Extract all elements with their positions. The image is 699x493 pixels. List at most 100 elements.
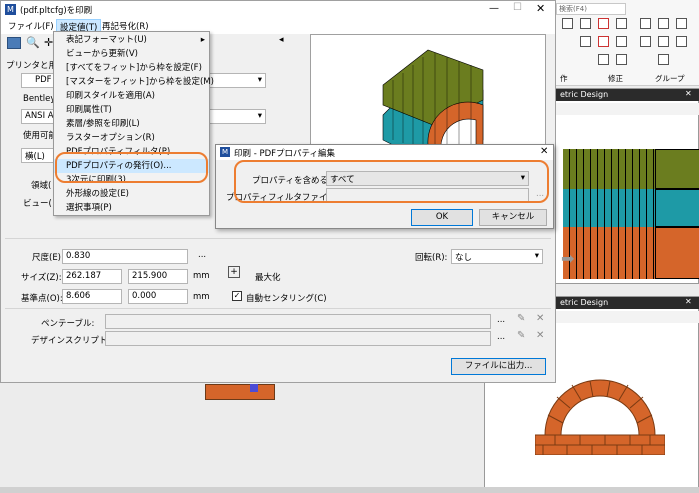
close-button[interactable]: ✕ — [536, 2, 545, 15]
ribbon-tool-icon[interactable] — [658, 18, 669, 29]
area-label: 領域( — [31, 181, 52, 191]
clear-x-icon[interactable]: ✕ — [536, 313, 544, 324]
dialog-title: 印刷 - PDFプロパティ編集 — [234, 149, 336, 159]
origin-y-field[interactable]: 0.000 — [128, 289, 188, 304]
orientation-value: 横(L) — [25, 152, 45, 162]
origin-x-field[interactable]: 8.606 — [62, 289, 122, 304]
origin-unit: mm — [193, 292, 210, 302]
ok-button[interactable]: OK — [411, 209, 473, 226]
ribbon-group-label: 作 — [560, 74, 568, 83]
design-script-browse[interactable]: ... — [497, 332, 505, 342]
rotation-select[interactable]: なし ▾ — [451, 249, 543, 264]
menu-item-print-levels[interactable]: 素層/参照を印刷(L) — [54, 117, 209, 131]
design-script-field[interactable] — [105, 331, 491, 346]
view-toolbar — [555, 311, 699, 323]
ribbon-tool-icon[interactable] — [640, 36, 651, 47]
ribbon-tool-icon[interactable] — [676, 36, 687, 47]
orientation-select[interactable]: 横(L) — [21, 148, 56, 163]
ribbon-tool-icon[interactable] — [658, 54, 669, 65]
ribbon-tool-icon[interactable] — [598, 54, 609, 65]
size-height-field[interactable]: 215.900 — [128, 269, 188, 284]
scale-label: 尺度(E): — [32, 253, 64, 263]
menu-item-label: [すべてをフィット]から枠を設定(F) — [66, 63, 202, 73]
edit-pencil-icon[interactable]: ✎ — [517, 330, 525, 341]
chevron-down-icon: ▾ — [257, 75, 262, 85]
design-script-label: デザインスクリプト: — [31, 336, 111, 346]
pen-table-label: ペンテーブル: — [41, 319, 95, 329]
output-to-file-button[interactable]: ファイルに出力... — [451, 358, 546, 375]
fit-icon[interactable]: ✛ — [44, 36, 53, 49]
view-close-icon[interactable]: ✕ — [685, 297, 692, 306]
menu-item-label: 素層/参照を印刷(L) — [66, 119, 140, 129]
highlight-annotation-dialog — [234, 160, 549, 203]
settings-dropdown: 表記フォーマット(U) ▸ ビューから更新(V) [すべてをフィット]から枠を設… — [53, 31, 214, 216]
solid-model-side — [655, 149, 699, 279]
solid-model-front — [563, 149, 655, 279]
menu-item-update-from-view[interactable]: ビューから更新(V) — [54, 47, 209, 61]
panel-collapse-arrow[interactable]: ◂ — [279, 35, 284, 45]
menu-item-raster-options[interactable]: ラスターオプション(R) — [54, 131, 209, 145]
dialog-close-button[interactable]: ✕ — [540, 146, 548, 157]
view-toolbar — [555, 103, 699, 115]
ribbon-tool-icon[interactable] — [616, 36, 627, 47]
menu-item-label: ラスターオプション(R) — [66, 133, 155, 143]
size-label: サイズ(Z): — [21, 273, 62, 283]
background-model-fragment — [205, 384, 275, 400]
menu-item-label: 表記フォーマット(U) — [66, 35, 147, 45]
ribbon-group-label: グループ — [655, 74, 685, 83]
window-title: (pdf.pltcfg)を印刷 — [20, 6, 93, 16]
divider — [5, 238, 551, 239]
highlight-annotation-menu — [55, 152, 208, 183]
menu-file[interactable]: ファイル(F) — [8, 20, 54, 32]
menu-item-format[interactable]: 表記フォーマット(U) ▸ — [54, 33, 209, 47]
ribbon-tool-icon[interactable] — [598, 18, 609, 29]
dialog-titlebar: M 印刷 - PDFプロパティ編集 ✕ — [216, 145, 553, 160]
ribbon-tool-icon[interactable] — [676, 18, 687, 29]
printer-value: PDF — [35, 75, 52, 85]
rotation-label: 回転(R): — [415, 253, 448, 263]
minimize-button[interactable]: — — [489, 3, 499, 14]
ribbon-tool-icon[interactable] — [640, 18, 651, 29]
view-title: etric Design — [560, 298, 609, 307]
scale-field[interactable]: 0.830 — [62, 249, 188, 264]
ribbon-tool-icon[interactable] — [598, 36, 609, 47]
divider — [5, 308, 551, 309]
menu-item-fit-all[interactable]: [すべてをフィット]から枠を設定(F) — [54, 61, 209, 75]
ribbon-tool-icon[interactable] — [580, 36, 591, 47]
ribbon-tool-icon[interactable] — [580, 18, 591, 29]
menu-item-outline[interactable]: 外形線の設定(E) — [54, 187, 209, 201]
edit-pencil-icon[interactable]: ✎ — [517, 313, 525, 324]
bottom-scrollbar[interactable] — [0, 487, 699, 493]
ribbon-tool-icon[interactable] — [616, 18, 627, 29]
auto-center-label: 自動センタリング(C) — [246, 294, 327, 304]
ribbon-icon-grid — [560, 18, 695, 70]
cancel-button[interactable]: キャンセル — [479, 209, 547, 226]
ribbon-group-label: 修正 — [608, 74, 623, 83]
preview-icon[interactable]: 🔍 — [26, 36, 40, 49]
menu-item-apply-style[interactable]: 印刷スタイルを適用(A) — [54, 89, 209, 103]
auto-center-checkbox[interactable]: ✓ — [232, 291, 242, 301]
view-close-icon[interactable]: ✕ — [685, 89, 692, 98]
app-icon: M — [5, 4, 16, 15]
size-width-field[interactable]: 262.187 — [62, 269, 122, 284]
pen-table-field[interactable] — [105, 314, 491, 329]
menu-item-label: [マスターをフィット]から枠を設定(M) — [66, 77, 214, 87]
menu-item-fit-master[interactable]: [マスターをフィット]から枠を設定(M) — [54, 75, 214, 89]
menu-item-label: 印刷スタイルを適用(A) — [66, 91, 155, 101]
clear-x-icon[interactable]: ✕ — [536, 330, 544, 341]
ribbon-tool-icon[interactable] — [616, 54, 627, 65]
title-bar: M (pdf.pltcfg)を印刷 — ☐ ✕ — [1, 1, 555, 19]
menu-item-print-attributes[interactable]: 印刷属性(T) — [54, 103, 209, 117]
maximize-button[interactable]: ☐ — [513, 2, 522, 13]
menu-item-preferences[interactable]: 選択事項(P) — [54, 201, 209, 215]
navigate-arrow-icon[interactable]: ➡ — [561, 249, 574, 268]
ribbon-tool-icon[interactable] — [658, 36, 669, 47]
scale-browse[interactable]: ... — [198, 250, 206, 260]
chevron-down-icon: ▾ — [257, 111, 262, 121]
pen-table-browse[interactable]: ... — [497, 315, 505, 325]
print-icon[interactable] — [7, 37, 21, 49]
ribbon-tool-icon[interactable] — [562, 18, 573, 29]
search-box[interactable]: 検索(F4) — [556, 3, 626, 15]
maximize-icon[interactable]: + — [228, 266, 240, 278]
menu-item-label: ビューから更新(V) — [66, 49, 138, 59]
